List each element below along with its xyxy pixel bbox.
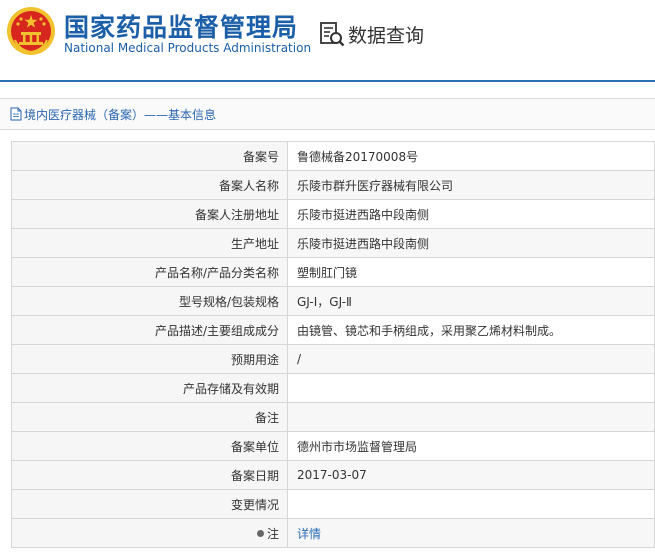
section-title: 境内医疗器械（备案）——基本信息 xyxy=(24,107,217,122)
details-link[interactable]: 详情 xyxy=(297,527,321,541)
field-value: 乐陵市挺进西路中段南侧 xyxy=(287,228,655,258)
table-row: 备案人名称 乐陵市群升医疗器械有限公司 xyxy=(11,170,655,200)
table-row: 备注 xyxy=(11,402,655,432)
site-header: 国家药品监督管理局 National Medical Products Admi… xyxy=(0,0,655,80)
field-label: 预期用途 xyxy=(11,344,288,374)
data-query-link[interactable]: 数据查询 xyxy=(318,19,424,49)
table-row: 产品存储及有效期 xyxy=(11,373,655,403)
national-emblem-icon xyxy=(7,7,55,55)
record-info-table: 备案号 鲁德械备20170008号 备案人名称 乐陵市群升医疗器械有限公司 备案… xyxy=(11,141,655,548)
field-value: 德州市市场监督管理局 xyxy=(287,431,655,461)
table-row: 型号规格/包装规格 GJ-Ⅰ，GJ-Ⅱ xyxy=(11,286,655,316)
field-value xyxy=(287,373,655,403)
field-label: 备案号 xyxy=(11,141,288,171)
field-label: 产品存储及有效期 xyxy=(11,373,288,403)
header-divider xyxy=(0,80,655,82)
table-row: 预期用途 / xyxy=(11,344,655,374)
section-title-bar: 境内医疗器械（备案）——基本信息 xyxy=(0,98,655,130)
field-label: 生产地址 xyxy=(11,228,288,258)
field-value: 乐陵市挺进西路中段南侧 xyxy=(287,199,655,229)
bullet-icon xyxy=(256,529,264,537)
table-row: 备案人注册地址 乐陵市挺进西路中段南侧 xyxy=(11,199,655,229)
table-row: 备案号 鲁德械备20170008号 xyxy=(11,141,655,171)
field-label: 备案人注册地址 xyxy=(11,199,288,229)
field-value: 2017-03-07 xyxy=(287,460,655,490)
field-label: 变更情况 xyxy=(11,489,288,519)
table-row: 产品描述/主要组成成分 由镜管、镜芯和手柄组成，采用聚乙烯材料制成。 xyxy=(11,315,655,345)
org-name-en: National Medical Products Administration xyxy=(64,41,312,55)
field-label: 备注 xyxy=(11,402,288,432)
field-value: 由镜管、镜芯和手柄组成，采用聚乙烯材料制成。 xyxy=(287,315,655,345)
table-row: 产品名称/产品分类名称 塑制肛门镜 xyxy=(11,257,655,287)
field-value: 塑制肛门镜 xyxy=(287,257,655,287)
note-label-cell: 注 xyxy=(11,518,288,548)
field-label: 产品描述/主要组成成分 xyxy=(11,315,288,345)
table-row: 备案日期 2017-03-07 xyxy=(11,460,655,490)
note-label: 注 xyxy=(266,526,279,541)
note-row: 注 详情 xyxy=(11,518,655,548)
field-label: 备案日期 xyxy=(11,460,288,490)
note-value-cell: 详情 xyxy=(287,518,655,548)
field-value: 乐陵市群升医疗器械有限公司 xyxy=(287,170,655,200)
data-query-label: 数据查询 xyxy=(348,24,425,47)
field-value: 鲁德械备20170008号 xyxy=(287,141,655,171)
field-label: 备案人名称 xyxy=(11,170,288,200)
table-row: 生产地址 乐陵市挺进西路中段南侧 xyxy=(11,228,655,258)
table-row: 变更情况 xyxy=(11,489,655,519)
org-name-cn: 国家药品监督管理局 xyxy=(64,13,299,42)
field-value xyxy=(287,489,655,519)
table-row: 备案单位 德州市市场监督管理局 xyxy=(11,431,655,461)
field-label: 产品名称/产品分类名称 xyxy=(11,257,288,287)
document-icon xyxy=(10,107,22,121)
document-search-icon xyxy=(320,22,345,47)
field-label: 型号规格/包装规格 xyxy=(11,286,288,316)
field-value: GJ-Ⅰ，GJ-Ⅱ xyxy=(287,286,655,316)
field-label: 备案单位 xyxy=(11,431,288,461)
field-value xyxy=(287,402,655,432)
field-value: / xyxy=(287,344,655,374)
